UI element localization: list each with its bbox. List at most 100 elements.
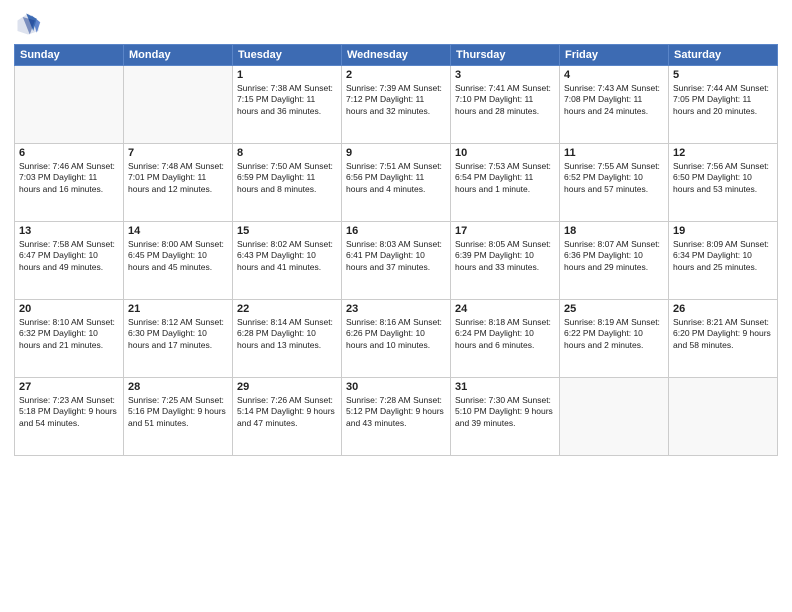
calendar-cell: 22 Sunrise: 8:14 AM Sunset: 6:28 PM Dayli… bbox=[233, 300, 342, 378]
calendar-cell: 6 Sunrise: 7:46 AM Sunset: 7:03 PM Daylig… bbox=[15, 144, 124, 222]
day-number: 15 bbox=[237, 225, 337, 237]
cell-details: Sunrise: 8:07 AM Sunset: 6:36 PM Dayligh… bbox=[564, 239, 664, 273]
cell-details: Sunrise: 7:56 AM Sunset: 6:50 PM Dayligh… bbox=[673, 161, 773, 195]
day-number: 11 bbox=[564, 147, 664, 159]
cell-details: Sunrise: 7:25 AM Sunset: 5:16 PM Dayligh… bbox=[128, 395, 228, 429]
cell-details: Sunrise: 8:02 AM Sunset: 6:43 PM Dayligh… bbox=[237, 239, 337, 273]
cell-details: Sunrise: 8:09 AM Sunset: 6:34 PM Dayligh… bbox=[673, 239, 773, 273]
cell-details: Sunrise: 7:46 AM Sunset: 7:03 PM Dayligh… bbox=[19, 161, 119, 195]
cell-details: Sunrise: 7:43 AM Sunset: 7:08 PM Dayligh… bbox=[564, 83, 664, 117]
calendar-cell: 9 Sunrise: 7:51 AM Sunset: 6:56 PM Daylig… bbox=[342, 144, 451, 222]
cell-details: Sunrise: 8:03 AM Sunset: 6:41 PM Dayligh… bbox=[346, 239, 446, 273]
cell-details: Sunrise: 8:00 AM Sunset: 6:45 PM Dayligh… bbox=[128, 239, 228, 273]
day-number: 23 bbox=[346, 303, 446, 315]
cell-details: Sunrise: 7:30 AM Sunset: 5:10 PM Dayligh… bbox=[455, 395, 555, 429]
calendar-cell: 2 Sunrise: 7:39 AM Sunset: 7:12 PM Daylig… bbox=[342, 66, 451, 144]
week-row-4: 20 Sunrise: 8:10 AM Sunset: 6:32 PM Dayli… bbox=[15, 300, 778, 378]
day-number: 30 bbox=[346, 381, 446, 393]
day-header-wednesday: Wednesday bbox=[342, 45, 451, 66]
day-number: 8 bbox=[237, 147, 337, 159]
calendar-cell: 7 Sunrise: 7:48 AM Sunset: 7:01 PM Daylig… bbox=[124, 144, 233, 222]
calendar-cell: 27 Sunrise: 7:23 AM Sunset: 5:18 PM Dayli… bbox=[15, 378, 124, 456]
calendar-cell: 18 Sunrise: 8:07 AM Sunset: 6:36 PM Dayli… bbox=[560, 222, 669, 300]
day-number: 27 bbox=[19, 381, 119, 393]
cell-details: Sunrise: 8:21 AM Sunset: 6:20 PM Dayligh… bbox=[673, 317, 773, 351]
calendar: SundayMondayTuesdayWednesdayThursdayFrid… bbox=[14, 44, 778, 456]
day-number: 20 bbox=[19, 303, 119, 315]
calendar-cell bbox=[669, 378, 778, 456]
cell-details: Sunrise: 7:41 AM Sunset: 7:10 PM Dayligh… bbox=[455, 83, 555, 117]
day-number: 19 bbox=[673, 225, 773, 237]
cell-details: Sunrise: 8:14 AM Sunset: 6:28 PM Dayligh… bbox=[237, 317, 337, 351]
calendar-cell: 21Sunrise: 8:12 AM Sunset: 6:30 PM Dayli… bbox=[124, 300, 233, 378]
cell-details: Sunrise: 8:19 AM Sunset: 6:22 PM Dayligh… bbox=[564, 317, 664, 351]
calendar-cell bbox=[560, 378, 669, 456]
calendar-cell: 17 Sunrise: 8:05 AM Sunset: 6:39 PM Dayli… bbox=[451, 222, 560, 300]
calendar-cell: 10 Sunrise: 7:53 AM Sunset: 6:54 PM Dayli… bbox=[451, 144, 560, 222]
calendar-cell: 24 Sunrise: 8:18 AM Sunset: 6:24 PM Dayli… bbox=[451, 300, 560, 378]
week-row-2: 6 Sunrise: 7:46 AM Sunset: 7:03 PM Daylig… bbox=[15, 144, 778, 222]
calendar-cell bbox=[124, 66, 233, 144]
day-number: 28 bbox=[128, 381, 228, 393]
day-number: 2 bbox=[346, 69, 446, 81]
cell-details: Sunrise: 8:18 AM Sunset: 6:24 PM Dayligh… bbox=[455, 317, 555, 351]
day-number: 24 bbox=[455, 303, 555, 315]
calendar-cell bbox=[15, 66, 124, 144]
calendar-cell: 30Sunrise: 7:28 AM Sunset: 5:12 PM Dayli… bbox=[342, 378, 451, 456]
day-number: 10 bbox=[455, 147, 555, 159]
cell-details: Sunrise: 7:53 AM Sunset: 6:54 PM Dayligh… bbox=[455, 161, 555, 195]
day-number: 5 bbox=[673, 69, 773, 81]
day-number: 4 bbox=[564, 69, 664, 81]
day-number: 17 bbox=[455, 225, 555, 237]
logo-icon bbox=[14, 10, 42, 38]
day-number: 31 bbox=[455, 381, 555, 393]
day-number: 21 bbox=[128, 303, 228, 315]
calendar-cell: 16 Sunrise: 8:03 AM Sunset: 6:41 PM Dayli… bbox=[342, 222, 451, 300]
day-number: 3 bbox=[455, 69, 555, 81]
calendar-cell: 15 Sunrise: 8:02 AM Sunset: 6:43 PM Dayli… bbox=[233, 222, 342, 300]
day-number: 1 bbox=[237, 69, 337, 81]
calendar-cell: 25 Sunrise: 8:19 AM Sunset: 6:22 PM Dayli… bbox=[560, 300, 669, 378]
cell-details: Sunrise: 7:55 AM Sunset: 6:52 PM Dayligh… bbox=[564, 161, 664, 195]
day-number: 18 bbox=[564, 225, 664, 237]
cell-details: Sunrise: 8:16 AM Sunset: 6:26 PM Dayligh… bbox=[346, 317, 446, 351]
calendar-cell: 14Sunrise: 8:00 AM Sunset: 6:45 PM Dayli… bbox=[124, 222, 233, 300]
cell-details: Sunrise: 7:50 AM Sunset: 6:59 PM Dayligh… bbox=[237, 161, 337, 195]
calendar-cell: 23 Sunrise: 8:16 AM Sunset: 6:26 PM Dayli… bbox=[342, 300, 451, 378]
day-number: 29 bbox=[237, 381, 337, 393]
day-header-thursday: Thursday bbox=[451, 45, 560, 66]
day-number: 13 bbox=[19, 225, 119, 237]
calendar-cell: 31 Sunrise: 7:30 AM Sunset: 5:10 PM Dayli… bbox=[451, 378, 560, 456]
day-header-monday: Monday bbox=[124, 45, 233, 66]
cell-details: Sunrise: 7:38 AM Sunset: 7:15 PM Dayligh… bbox=[237, 83, 337, 117]
cell-details: Sunrise: 7:26 AM Sunset: 5:14 PM Dayligh… bbox=[237, 395, 337, 429]
day-number: 6 bbox=[19, 147, 119, 159]
cell-details: Sunrise: 7:23 AM Sunset: 5:18 PM Dayligh… bbox=[19, 395, 119, 429]
cell-details: Sunrise: 7:39 AM Sunset: 7:12 PM Dayligh… bbox=[346, 83, 446, 117]
day-number: 12 bbox=[673, 147, 773, 159]
day-number: 25 bbox=[564, 303, 664, 315]
cell-details: Sunrise: 7:51 AM Sunset: 6:56 PM Dayligh… bbox=[346, 161, 446, 195]
calendar-cell: 11 Sunrise: 7:55 AM Sunset: 6:52 PM Dayli… bbox=[560, 144, 669, 222]
week-row-5: 27 Sunrise: 7:23 AM Sunset: 5:18 PM Dayli… bbox=[15, 378, 778, 456]
day-number: 16 bbox=[346, 225, 446, 237]
day-number: 9 bbox=[346, 147, 446, 159]
day-number: 22 bbox=[237, 303, 337, 315]
cell-details: Sunrise: 8:05 AM Sunset: 6:39 PM Dayligh… bbox=[455, 239, 555, 273]
cell-details: Sunrise: 7:44 AM Sunset: 7:05 PM Dayligh… bbox=[673, 83, 773, 117]
cell-details: Sunrise: 7:58 AM Sunset: 6:47 PM Dayligh… bbox=[19, 239, 119, 273]
day-header-sunday: Sunday bbox=[15, 45, 124, 66]
calendar-cell: 1 Sunrise: 7:38 AM Sunset: 7:15 PM Daylig… bbox=[233, 66, 342, 144]
calendar-cell: 4 Sunrise: 7:43 AM Sunset: 7:08 PM Daylig… bbox=[560, 66, 669, 144]
day-number: 7 bbox=[128, 147, 228, 159]
day-header-friday: Friday bbox=[560, 45, 669, 66]
cell-details: Sunrise: 8:10 AM Sunset: 6:32 PM Dayligh… bbox=[19, 317, 119, 351]
calendar-cell: 29 Sunrise: 7:26 AM Sunset: 5:14 PM Dayli… bbox=[233, 378, 342, 456]
cell-details: Sunrise: 7:48 AM Sunset: 7:01 PM Dayligh… bbox=[128, 161, 228, 195]
day-number: 26 bbox=[673, 303, 773, 315]
calendar-cell: 20 Sunrise: 8:10 AM Sunset: 6:32 PM Dayli… bbox=[15, 300, 124, 378]
calendar-cell: 26 Sunrise: 8:21 AM Sunset: 6:20 PM Dayli… bbox=[669, 300, 778, 378]
logo bbox=[14, 10, 46, 38]
calendar-cell: 5 Sunrise: 7:44 AM Sunset: 7:05 PM Daylig… bbox=[669, 66, 778, 144]
calendar-cell: 8 Sunrise: 7:50 AM Sunset: 6:59 PM Daylig… bbox=[233, 144, 342, 222]
